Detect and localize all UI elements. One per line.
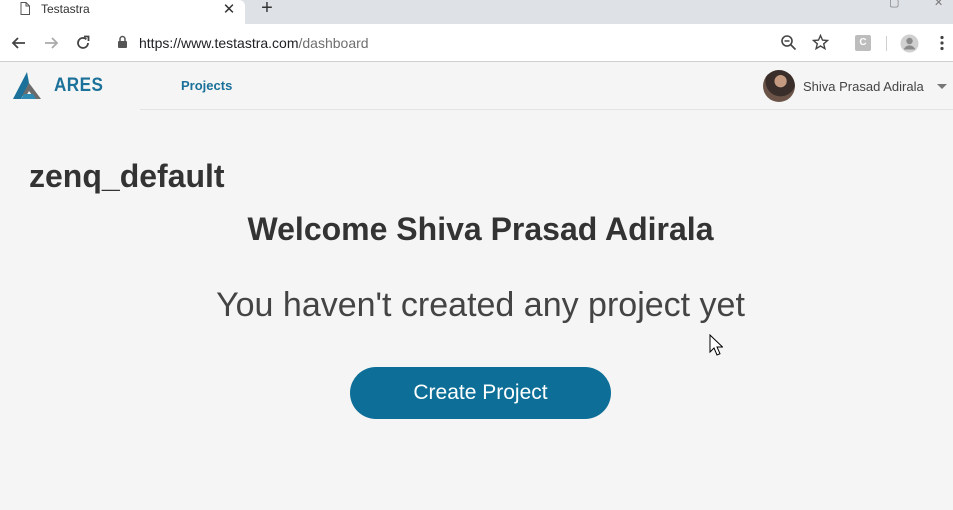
organization-name: zenq_default (29, 158, 225, 194)
profile-icon[interactable] (900, 34, 919, 58)
bookmark-star-icon[interactable] (811, 33, 830, 56)
mouse-pointer-icon (709, 333, 724, 361)
url-host: https://www.testastra.com (139, 35, 299, 51)
header-divider (140, 109, 953, 110)
lock-icon[interactable] (117, 35, 128, 54)
url-path: /dashboard (298, 35, 369, 51)
close-window-icon[interactable]: ✕ (934, 0, 943, 9)
user-name[interactable]: Shiva Prasad Adirala (803, 79, 924, 94)
create-project-button[interactable]: Create Project (350, 367, 611, 419)
reload-icon[interactable] (74, 34, 92, 52)
browser-toolbar: https://www.testastra.com/dashboard C (0, 24, 953, 62)
empty-state-message: You haven't created any project yet (216, 286, 745, 324)
browser-tab[interactable]: Testastra ✕ (0, 0, 245, 24)
menu-kebab-icon[interactable] (939, 34, 945, 57)
nav-projects-link[interactable]: Projects (181, 78, 232, 93)
close-tab-icon[interactable]: ✕ (222, 0, 236, 18)
chevron-down-icon[interactable] (937, 84, 947, 89)
tab-title: Testastra (41, 2, 90, 16)
back-icon[interactable] (10, 34, 28, 52)
app-header: ARES Projects Shiva Prasad Adirala (0, 62, 953, 110)
zoom-icon[interactable] (780, 34, 797, 56)
avatar[interactable] (763, 70, 795, 102)
new-tab-icon[interactable]: + (258, 0, 276, 20)
browser-tabstrip: Testastra ✕ + ▢ ✕ (0, 0, 953, 24)
extension-icon[interactable]: C (855, 35, 871, 51)
welcome-heading: Welcome Shiva Prasad Adirala (247, 211, 714, 247)
logo-text[interactable]: ARES (54, 75, 103, 97)
restore-window-icon[interactable]: ▢ (889, 0, 899, 9)
ares-logo-icon[interactable] (12, 71, 46, 106)
forward-icon[interactable] (42, 34, 60, 52)
address-bar[interactable]: https://www.testastra.com/dashboard (139, 35, 369, 51)
page-icon (20, 2, 30, 20)
toolbar-divider (886, 36, 887, 51)
